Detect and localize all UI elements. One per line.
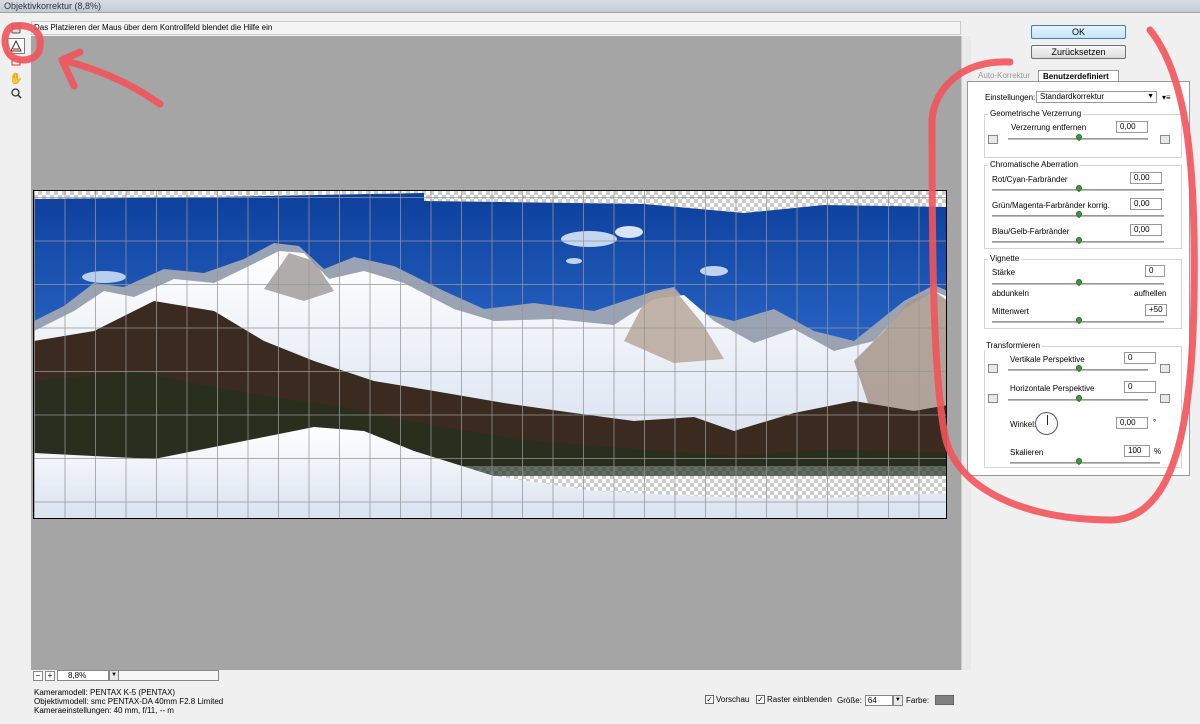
panel-circle-annotation	[928, 26, 1198, 524]
tool-circle-annotation	[1, 22, 44, 64]
annotation-overlay	[1, 22, 1198, 524]
arrow-annotation	[58, 48, 164, 108]
